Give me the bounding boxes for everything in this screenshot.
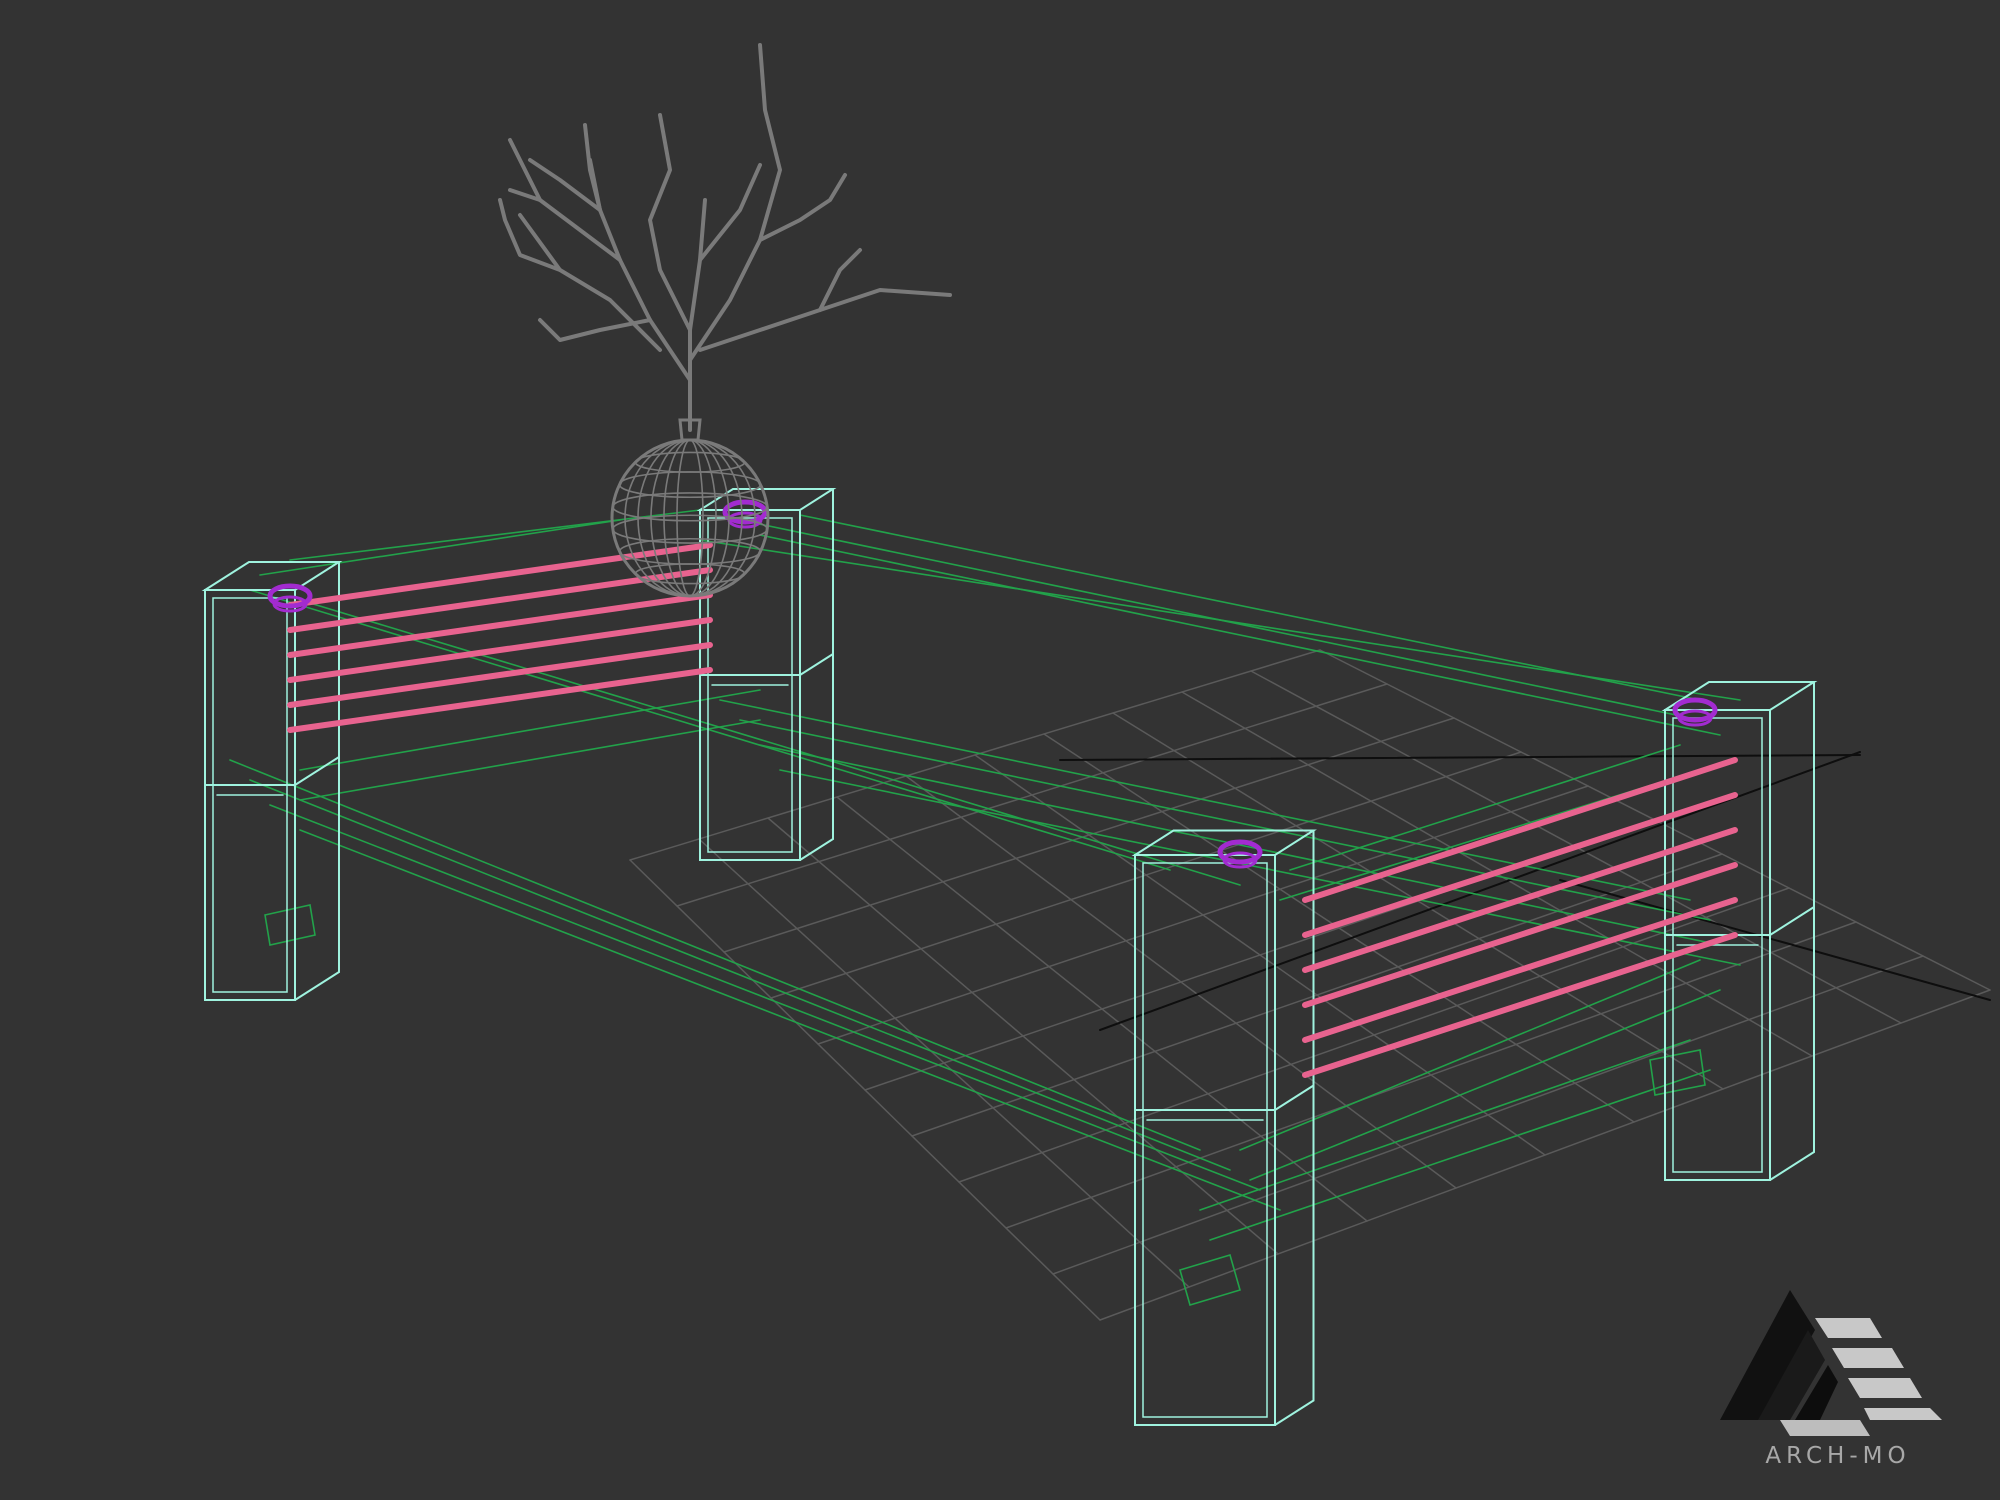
slat-left <box>287 542 713 608</box>
slat-left <box>287 667 713 733</box>
leg-edge <box>1769 1151 1815 1181</box>
axis-line <box>1099 751 1861 1031</box>
branch <box>698 163 762 262</box>
vase <box>610 418 770 598</box>
wireframe-scene <box>201 43 1991 1426</box>
branches <box>498 43 952 432</box>
brace-block <box>264 904 316 946</box>
brace-rail <box>299 689 761 771</box>
slat-right <box>1302 827 1738 973</box>
leg-joint <box>1274 1084 1315 1111</box>
branch <box>758 173 847 242</box>
grid-line <box>1052 955 1924 1275</box>
branch <box>588 158 692 382</box>
leg-top <box>1661 681 1818 711</box>
brace-rail <box>299 829 1281 1211</box>
leg-joint <box>799 653 834 676</box>
branch <box>688 198 707 432</box>
leg-edge <box>294 971 340 1001</box>
grid-line <box>1005 921 1857 1229</box>
slat-right <box>1302 757 1738 903</box>
brand-name: ARCH-MO <box>1765 1443 1911 1469</box>
brace-rail <box>299 599 1241 886</box>
3d-viewport[interactable]: ARCH-MO <box>0 0 2000 1500</box>
slat-left <box>287 592 713 658</box>
brace-rail <box>299 719 761 801</box>
leg-edge <box>1274 1399 1315 1426</box>
leg-caps <box>267 499 1718 869</box>
brace-rail <box>799 514 1701 701</box>
leg-top <box>1131 829 1317 856</box>
brace-rail <box>249 779 1231 1171</box>
branch <box>818 248 862 312</box>
brace-rail <box>269 804 1261 1191</box>
leg-joint <box>1769 906 1815 936</box>
slat-left <box>287 642 713 708</box>
brace-rail <box>229 759 1201 1151</box>
branch <box>648 113 692 332</box>
brace-rail <box>759 534 1721 736</box>
leg-joint <box>294 756 340 786</box>
branch <box>538 318 652 342</box>
bench-frame <box>201 488 1818 1426</box>
brace-rail <box>249 589 1171 871</box>
brace-rail <box>739 719 1711 921</box>
axis-line <box>1059 754 1861 761</box>
slat-right <box>1302 932 1738 1078</box>
slat-left <box>287 617 713 683</box>
